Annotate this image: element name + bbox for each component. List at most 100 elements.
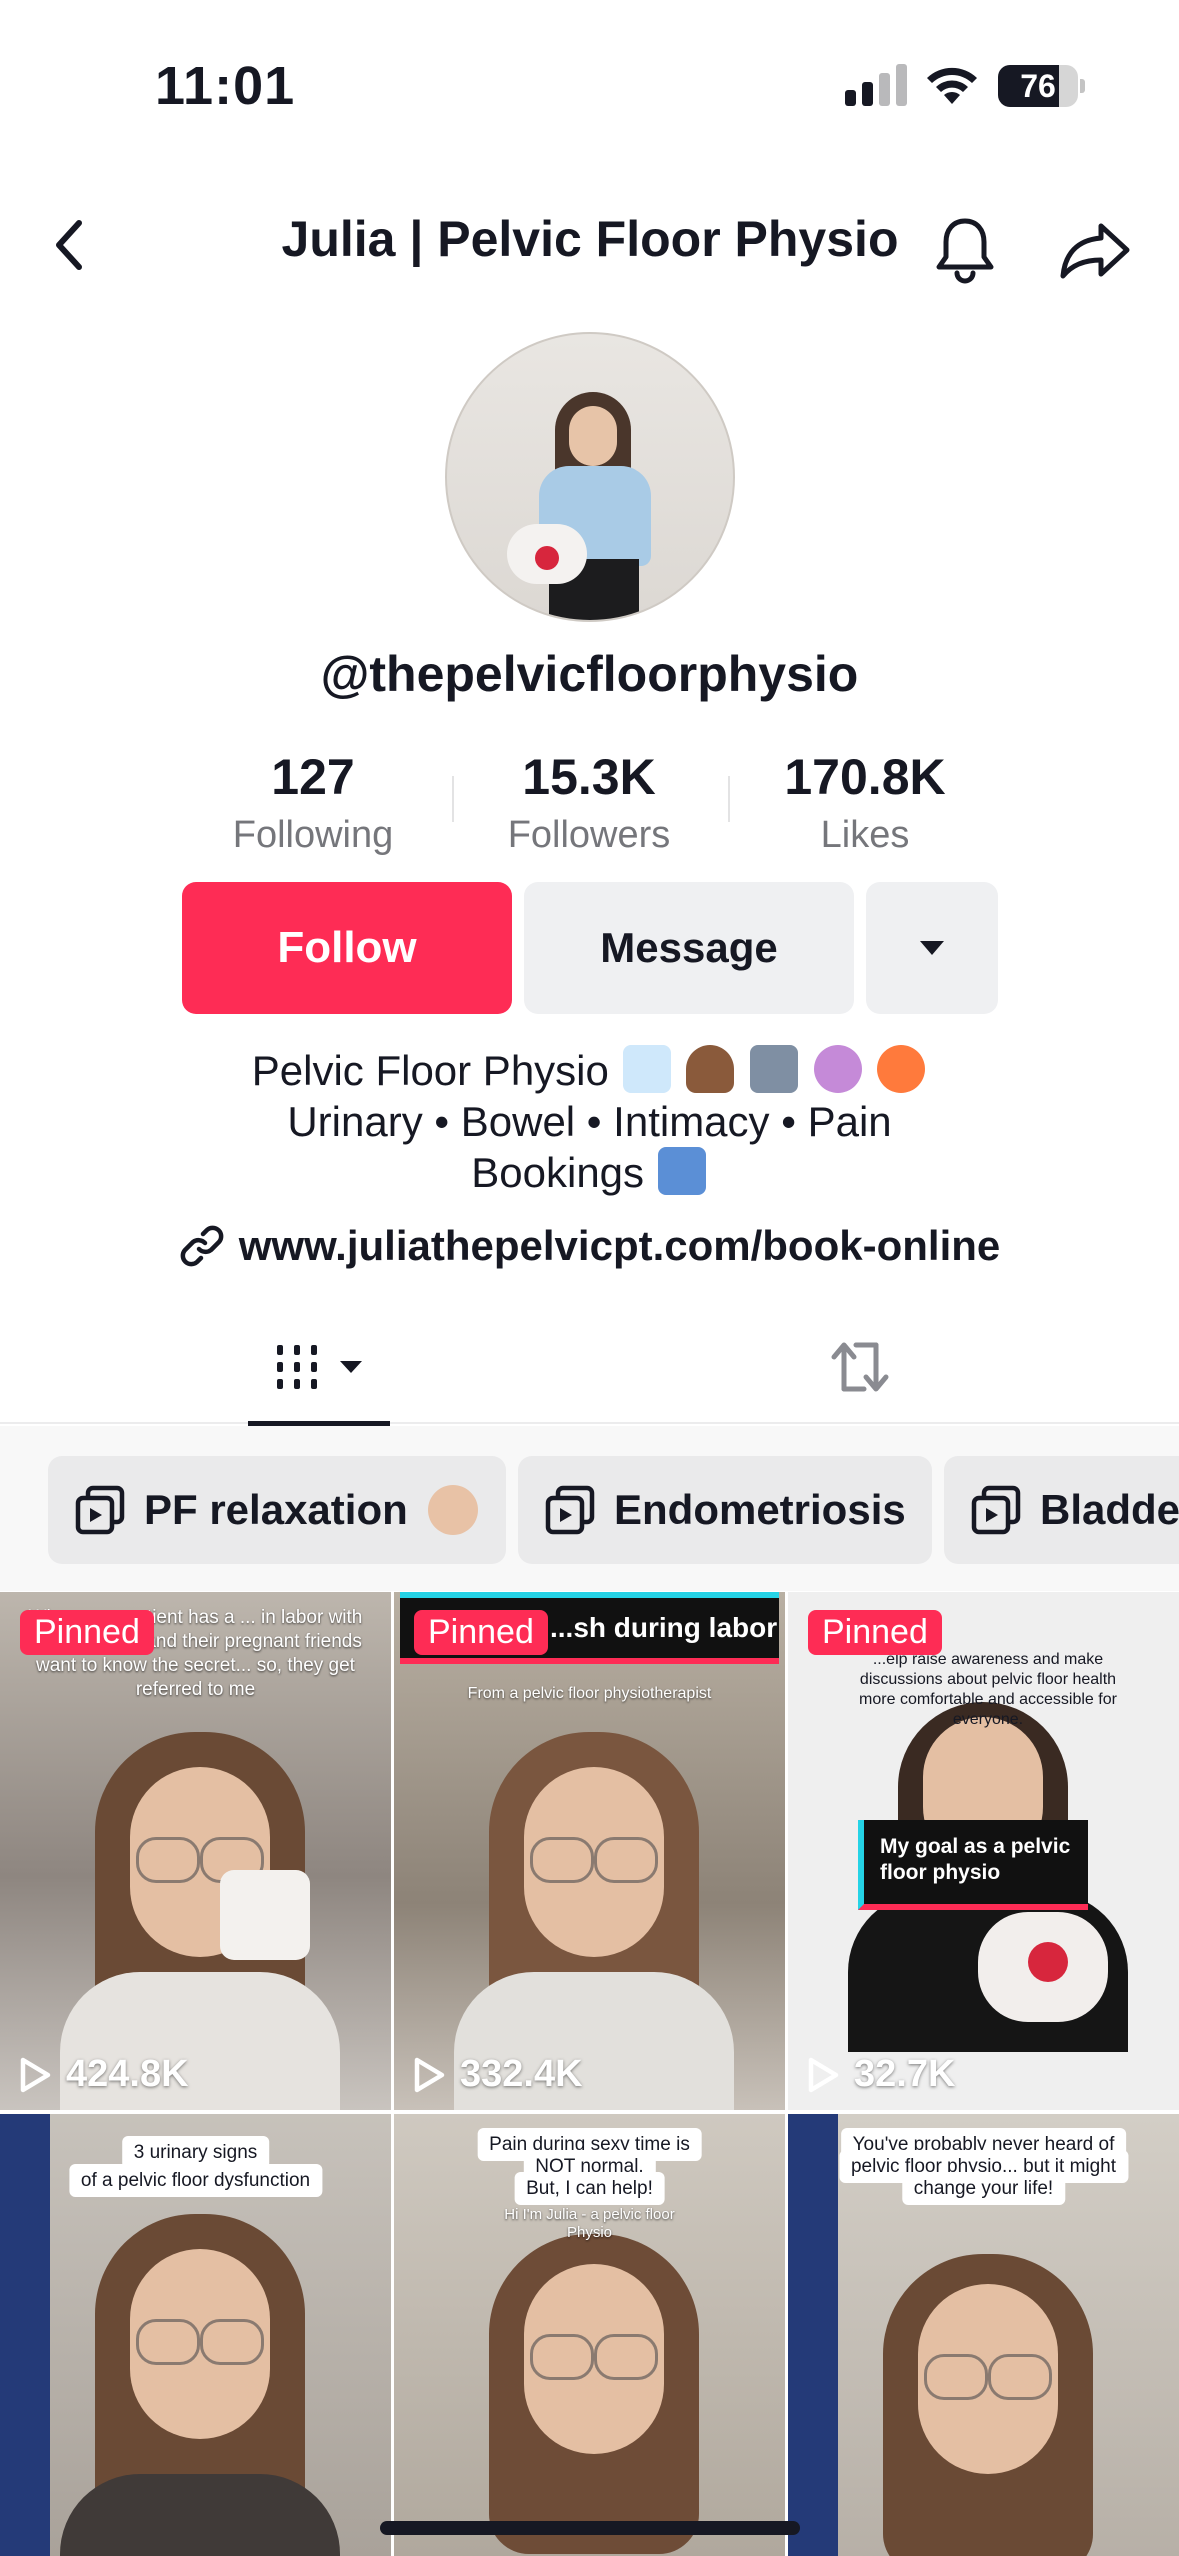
- back-button[interactable]: [38, 210, 98, 280]
- view-count: 424.8K: [18, 2053, 189, 2096]
- pinned-badge: Pinned: [414, 1610, 548, 1655]
- status-bar: 11:01 76: [0, 0, 1179, 170]
- pelvis-model-muscle: [1028, 1942, 1068, 1982]
- avatar[interactable]: [445, 332, 735, 622]
- avatar-pelvis-model: [507, 524, 587, 584]
- collision-emoji: [877, 1045, 926, 1093]
- share-arrow-icon: [1060, 223, 1130, 279]
- stat-followers-value: 15.3K: [522, 749, 656, 805]
- share-button[interactable]: [1050, 210, 1140, 290]
- playlist-icon: [75, 1485, 125, 1535]
- bell-icon: [936, 218, 994, 284]
- stat-divider: [452, 776, 454, 822]
- notification-bell-button[interactable]: [925, 210, 1005, 290]
- username: @thepelvicfloorphysio: [320, 646, 859, 702]
- pinned-badge: Pinned: [20, 1610, 154, 1655]
- video-caption: of a pelvic floor dysfunction: [68, 2164, 323, 2197]
- link-icon: [180, 1225, 224, 1267]
- view-count-value: 332.4K: [460, 2053, 583, 2095]
- stat-divider: [728, 776, 730, 822]
- video-tile[interactable]: ...sh during labor From a pelvic floor p…: [394, 1592, 785, 2110]
- view-count-value: 32.7K: [854, 2053, 956, 2095]
- view-count: 32.7K: [806, 2053, 955, 2096]
- playlist-icon: [971, 1485, 1021, 1535]
- cellular-signal-icon: [845, 62, 907, 106]
- profile-link[interactable]: www.juliathepelvicpt.com/book-online: [0, 1222, 1179, 1270]
- mug: [220, 1870, 310, 1960]
- video-person-glasses: [524, 1837, 664, 1883]
- video-banner: My goal as a pelvic floor physio: [858, 1820, 1088, 1910]
- playlist-label: Bladde: [1040, 1486, 1179, 1533]
- bio-line-3-text: Bookings: [471, 1149, 645, 1196]
- follow-button[interactable]: Follow: [182, 882, 512, 1014]
- transgender-symbol-emoji: [749, 1045, 798, 1093]
- video-tile[interactable]: When your patient has a ... in labor wit…: [0, 1592, 391, 2110]
- battery-nub: [1080, 79, 1085, 93]
- play-icon: [20, 2057, 51, 2092]
- bio-line-2: Urinary • Bowel • Intimacy • Pain: [287, 1098, 892, 1145]
- home-indicator[interactable]: [380, 2521, 800, 2535]
- status-time: 11:01: [155, 56, 296, 116]
- view-count: 332.4K: [412, 2053, 583, 2096]
- video-person-body: [60, 2474, 340, 2556]
- curtain: [0, 2114, 50, 2556]
- poop-emoji: [686, 1045, 735, 1093]
- bio: Pelvic Floor Physio Urinary • Bowel • In…: [0, 1045, 1179, 1198]
- caret-down-icon: [920, 941, 944, 955]
- stat-following-label: Following: [232, 814, 394, 856]
- pinned-badge: Pinned: [808, 1610, 942, 1655]
- profile-header: Julia | Pelvic Floor Physio: [0, 190, 1179, 300]
- bio-line-3: Bookings: [0, 1147, 1179, 1198]
- tab-reposts[interactable]: [790, 1310, 930, 1424]
- view-count-value: 424.8K: [66, 2053, 189, 2095]
- chevron-left-icon: [56, 220, 82, 270]
- page-title: Julia | Pelvic Floor Physio: [281, 211, 899, 267]
- curtain: [788, 2114, 838, 2556]
- video-caption: change your life!: [901, 2172, 1066, 2205]
- grid-icon: [277, 1345, 317, 1389]
- playlist-icon: [545, 1485, 595, 1535]
- battery-icon: 76: [998, 65, 1078, 107]
- video-subcaption: Physio: [566, 2224, 613, 2241]
- play-icon: [808, 2057, 839, 2092]
- down-right-arrow-emoji: [657, 1147, 706, 1195]
- message-button[interactable]: Message: [524, 882, 854, 1014]
- bio-line-1: Pelvic Floor Physio: [0, 1045, 1179, 1096]
- play-icon: [414, 2057, 445, 2092]
- video-tile[interactable]: 3 urinary signs of a pelvic floor dysfun…: [0, 2114, 391, 2556]
- repost-icon: [831, 1342, 889, 1392]
- video-person-glasses: [130, 2319, 270, 2365]
- video-person-glasses: [524, 2334, 664, 2380]
- stat-followers[interactable]: 15.3K Followers: [459, 748, 719, 857]
- wifi-icon: [927, 67, 977, 104]
- video-person-glasses: [918, 2354, 1058, 2400]
- avatar-face: [569, 406, 617, 466]
- profile-link-text: www.juliathepelvicpt.com/book-online: [238, 1222, 1001, 1269]
- video-tile[interactable]: Pain during sexy time is NOT normal. But…: [394, 2114, 785, 2556]
- playlist-chip[interactable]: PF relaxation: [48, 1456, 506, 1564]
- playlist-label: Endometriosis: [614, 1486, 906, 1533]
- stat-likes-label: Likes: [820, 814, 910, 856]
- playlist-chip[interactable]: Endometriosis: [518, 1456, 932, 1564]
- profile-actions: Follow Message: [0, 882, 1179, 1014]
- stat-likes[interactable]: 170.8K Likes: [735, 748, 995, 857]
- playlist-label: PF relaxation: [144, 1486, 408, 1533]
- caret-down-icon: [340, 1361, 362, 1373]
- content-tabs: [0, 1310, 1179, 1426]
- video-tile[interactable]: ...elp raise awareness and make discussi…: [788, 1592, 1179, 2110]
- tab-videos[interactable]: [248, 1310, 390, 1426]
- stat-likes-value: 170.8K: [784, 749, 946, 805]
- woman-getting-massage-emoji: [427, 1485, 478, 1535]
- battery-percent: 76: [1020, 68, 1056, 104]
- video-subcaption: From a pelvic floor physiotherapist: [467, 1685, 712, 1702]
- stat-followers-label: Followers: [507, 814, 671, 856]
- video-tile[interactable]: You've probably never heard of pelvic fl…: [788, 2114, 1179, 2556]
- pregnant-woman-emoji: [813, 1045, 862, 1093]
- stat-following[interactable]: 127 Following: [183, 748, 443, 857]
- bio-line-1-text: Pelvic Floor Physio: [251, 1047, 609, 1094]
- video-grid: When your patient has a ... in labor wit…: [0, 1592, 1179, 2556]
- video-subcaption: Hi I'm Julia - a pelvic floor: [504, 2206, 675, 2223]
- suggested-accounts-button[interactable]: [866, 882, 998, 1014]
- playlist-chip[interactable]: Bladde: [944, 1456, 1179, 1564]
- profile-stats: 127 Following 15.3K Followers 170.8K Lik…: [0, 748, 1179, 868]
